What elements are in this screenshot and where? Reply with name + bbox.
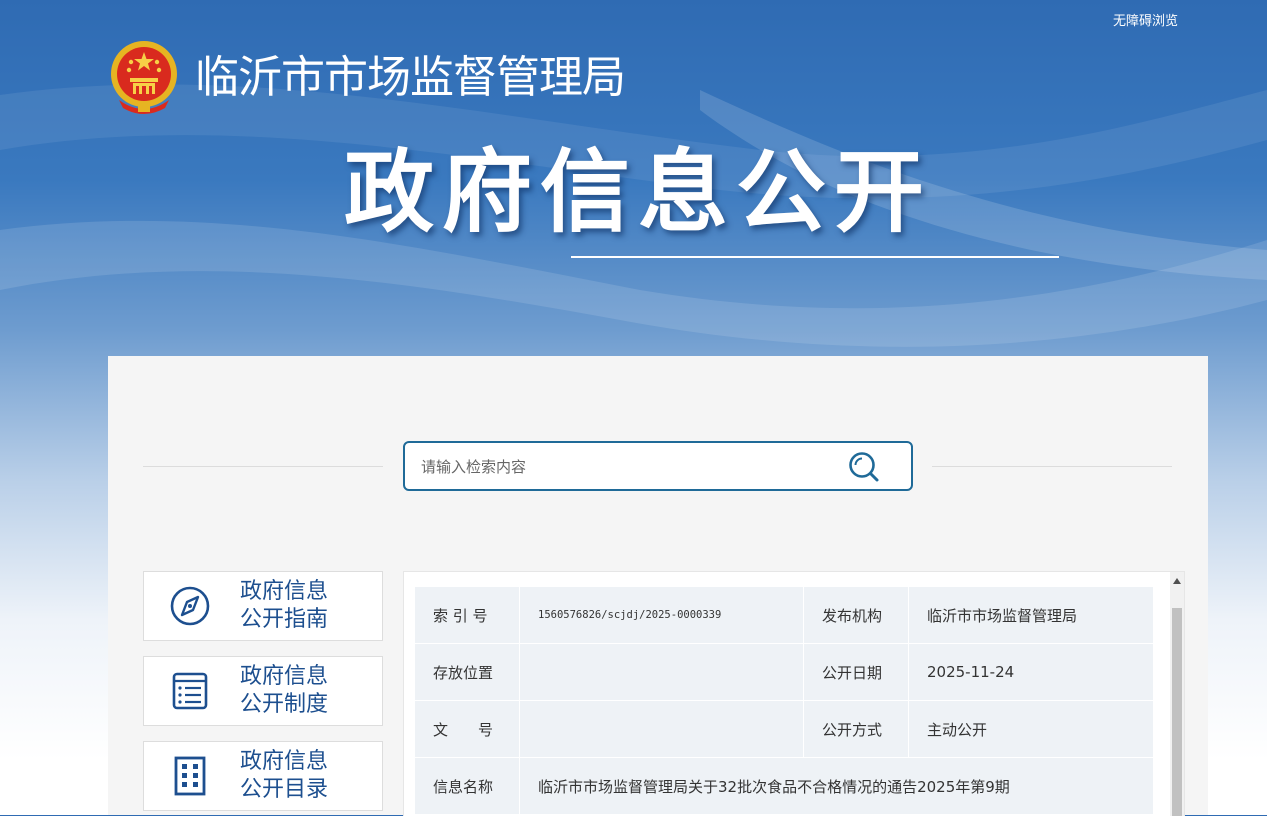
- list-document-icon: [172, 672, 208, 710]
- label-publish-date: 公开日期: [803, 643, 909, 701]
- table-row: 信息名称 临沂市市场监督管理局关于32批次食品不合格情况的通告2025年第9期: [414, 757, 1154, 815]
- label-index-number: 索 引 号: [414, 586, 520, 644]
- value-index-number: 1560576826/scjdj/2025-0000339: [519, 586, 804, 644]
- search-divider-right: [932, 466, 1172, 467]
- scrollbar[interactable]: [1170, 572, 1184, 816]
- building-icon: [174, 756, 206, 796]
- search-icon[interactable]: [847, 451, 881, 483]
- search-box: [403, 441, 913, 491]
- value-publisher: 临沂市市场监督管理局: [908, 586, 1154, 644]
- value-publish-date: 2025-11-24: [908, 643, 1154, 701]
- table-row: 存放位置 公开日期 2025-11-24: [414, 643, 1154, 701]
- content-panel: 政府信息 公开指南 政府信息 公开制度 政府信息 公开目录: [108, 356, 1208, 816]
- national-emblem-logo: [111, 41, 177, 114]
- card-label: 政府信息 公开目录: [240, 749, 329, 802]
- table-row: 文 号 公开方式 主动公开: [414, 700, 1154, 758]
- table-row: 索 引 号 1560576826/scjdj/2025-0000339 发布机构…: [414, 586, 1154, 644]
- scroll-up-arrow-icon[interactable]: [1173, 578, 1181, 584]
- label-storage-location: 存放位置: [414, 643, 520, 701]
- value-disclosure-method: 主动公开: [908, 700, 1154, 758]
- label-publisher: 发布机构: [803, 586, 909, 644]
- label-document-number: 文 号: [414, 700, 520, 758]
- card-disclosure-guide[interactable]: 政府信息 公开指南: [143, 571, 383, 641]
- card-label: 政府信息 公开指南: [240, 579, 329, 632]
- card-disclosure-system[interactable]: 政府信息 公开制度: [143, 656, 383, 726]
- value-storage-location: [519, 643, 804, 701]
- accessibility-link[interactable]: 无障碍浏览: [1113, 10, 1178, 29]
- site-title: 临沂市市场监督管理局: [195, 52, 626, 103]
- label-disclosure-method: 公开方式: [803, 700, 909, 758]
- info-detail-frame: 索 引 号 1560576826/scjdj/2025-0000339 发布机构…: [403, 571, 1185, 816]
- label-info-title: 信息名称: [414, 757, 520, 815]
- hero-title: 政府信息公开: [344, 140, 932, 245]
- search-divider-left: [143, 466, 383, 467]
- scrollbar-thumb[interactable]: [1172, 608, 1182, 816]
- value-document-number: [519, 700, 804, 758]
- search-input[interactable]: [419, 443, 823, 491]
- compass-icon: [170, 586, 210, 626]
- value-info-title: 临沂市市场监督管理局关于32批次食品不合格情况的通告2025年第9期: [519, 757, 1154, 815]
- info-metadata-table: 索 引 号 1560576826/scjdj/2025-0000339 发布机构…: [414, 586, 1154, 815]
- card-disclosure-catalog[interactable]: 政府信息 公开目录: [143, 741, 383, 811]
- card-label: 政府信息 公开制度: [240, 664, 329, 717]
- hero-underline: [571, 256, 1059, 258]
